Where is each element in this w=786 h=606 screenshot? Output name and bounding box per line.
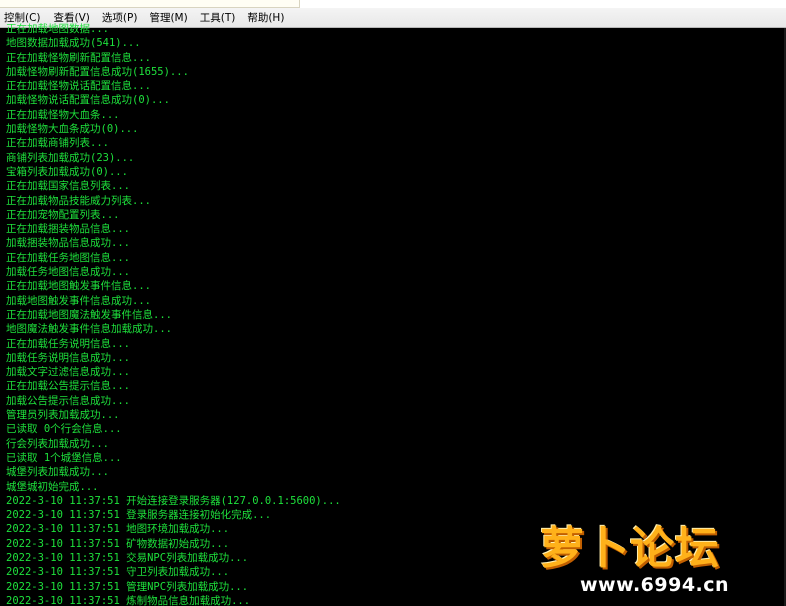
console-line: 地图数据加载成功(541)... — [6, 37, 141, 50]
console-line: 正在加载地图魔法触发事件信息... — [6, 308, 172, 321]
console-line: 加载怪物刷新配置信息成功(1655)... — [6, 65, 189, 78]
console-line: 管理员列表加载成功... — [6, 409, 120, 422]
console-line: 行会列表加载成功... — [6, 437, 109, 450]
console-line: 加载任务地图信息成功... — [6, 266, 130, 279]
console-line: 已读取 0个行会信息... — [6, 423, 122, 436]
console-line: 地图魔法触发事件信息加载成功... — [6, 323, 172, 336]
console-line: 商铺列表加载成功(23)... — [6, 151, 135, 164]
console-line: 加载地图触发事件信息成功... — [6, 294, 151, 307]
console-line: 正在加载捆装物品信息... — [6, 223, 130, 236]
console-line: 加载文字过滤信息成功... — [6, 366, 130, 379]
console-line: 正在加载任务说明信息... — [6, 337, 130, 350]
console-line: 正在加载商铺列表... — [6, 137, 109, 150]
console-line: 宝箱列表加载成功(0)... — [6, 165, 128, 178]
console-line: 2022-3-10 11:37:51 开始连接登录服务器(127.0.0.1:5… — [6, 494, 341, 507]
console-line: 正在加载怪物说话配置信息... — [6, 80, 151, 93]
console-line: 正在加载怪物大血条... — [6, 108, 120, 121]
console-line: 已读取 1个城堡信息... — [6, 451, 122, 464]
console-line: 加载公告提示信息成功... — [6, 394, 130, 407]
watermark-title: 萝卜论坛 — [540, 523, 720, 574]
console-line: 正在加载公告提示信息... — [6, 380, 130, 393]
watermark-logo: 萝卜论坛 www.6994.cn — [540, 508, 780, 603]
console-line: 正在加载任务地图信息... — [6, 251, 130, 264]
console-line: 加载任务说明信息成功... — [6, 351, 130, 364]
console-line: 加载怪物说话配置信息成功(0)... — [6, 94, 170, 107]
console-line: 城堡列表加载成功... — [6, 466, 109, 479]
watermark-url: www.6994.cn — [580, 574, 730, 596]
console-line: 加载怪物大血条成功(0)... — [6, 123, 139, 136]
console-line: 正在加宠物配置列表... — [6, 208, 120, 221]
title-bar — [0, 0, 786, 8]
console-line: 正在加载地图数据... — [6, 23, 109, 35]
console-line: 正在加载物品技能威力列表... — [6, 194, 151, 207]
console-line: 正在加载地图触发事件信息... — [6, 280, 151, 293]
title-bar-fragment — [0, 0, 300, 8]
console-line: 加载捆装物品信息成功... — [6, 237, 130, 250]
console-line: 正在加载怪物刷新配置信息... — [6, 51, 151, 64]
server-console-window: 控制(C) 查看(V) 选项(P) 管理(M) 工具(T) 帮助(H) 正在加载… — [0, 0, 786, 606]
console-line: 城堡城初始完成... — [6, 480, 99, 493]
console-line: 正在加载国家信息列表... — [6, 180, 130, 193]
